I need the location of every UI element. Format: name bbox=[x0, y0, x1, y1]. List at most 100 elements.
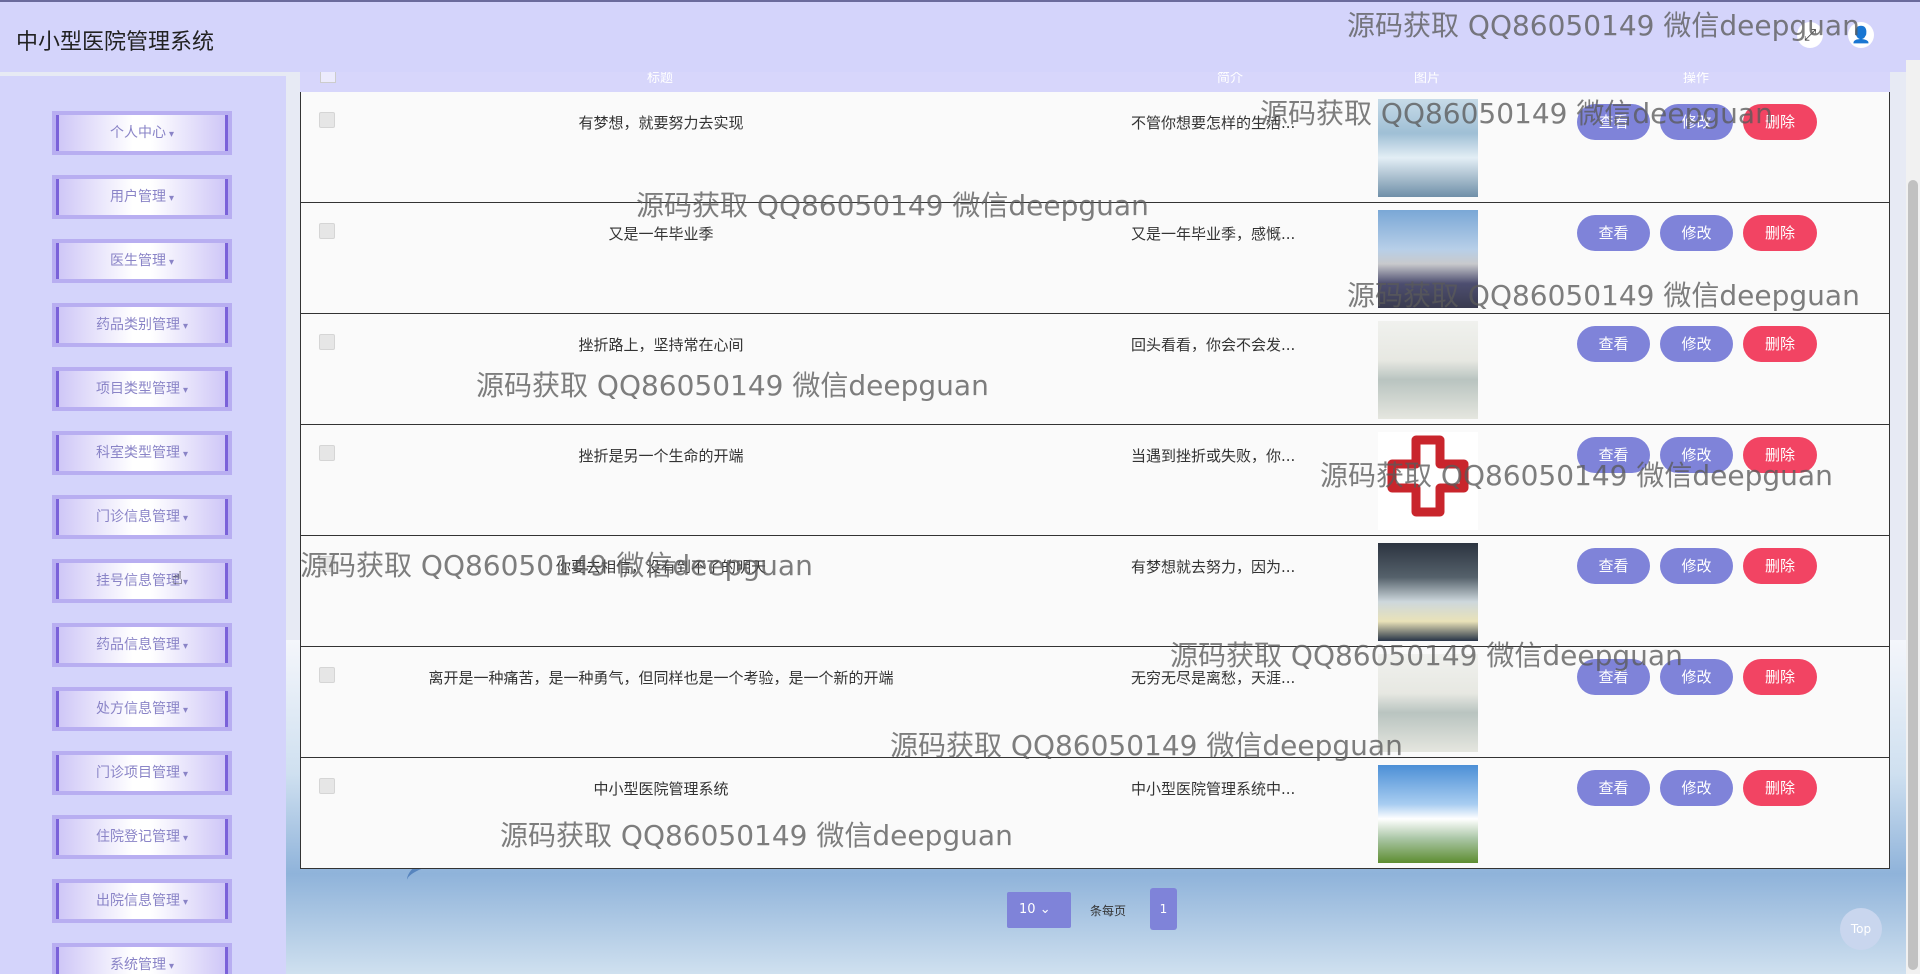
edit-button[interactable]: 修改 bbox=[1660, 104, 1733, 140]
sidebar-item-admission[interactable]: 住院登记管理 ▾ bbox=[52, 815, 232, 859]
edit-button[interactable]: 修改 bbox=[1660, 215, 1733, 251]
table-row: 中小型医院管理系统 中小型医院管理系统中... 查看 修改 删除 bbox=[300, 758, 1890, 869]
sidebar-item-discharge[interactable]: 出院信息管理 ▾ bbox=[52, 879, 232, 923]
row-checkbox[interactable] bbox=[319, 778, 335, 794]
table-row: 离开是一种痛苦，是一种勇气，但同样也是一个考验，是一个新的开端 无穷无尽是离愁，… bbox=[300, 647, 1890, 758]
row-checkbox[interactable] bbox=[319, 556, 335, 572]
chevron-down-icon: ▾ bbox=[182, 705, 189, 716]
view-button[interactable]: 查看 bbox=[1577, 437, 1650, 473]
delete-button[interactable]: 删除 bbox=[1743, 659, 1817, 695]
hospital-ward-photo bbox=[1378, 654, 1478, 752]
delete-button[interactable]: 删除 bbox=[1743, 770, 1817, 806]
row-intro: 无穷无尽是离愁，天涯... bbox=[1131, 669, 1296, 687]
sidebar-item-label: 处方信息管理 bbox=[95, 701, 180, 717]
hospital-icu-photo bbox=[1378, 99, 1478, 197]
row-intro: 有梦想就去努力，因为... bbox=[1131, 558, 1296, 576]
sidebar-item-label: 挂号信息管理 bbox=[95, 573, 180, 589]
row-intro: 又是一年毕业季，感慨... bbox=[1131, 225, 1296, 243]
edit-button[interactable]: 修改 bbox=[1660, 548, 1733, 584]
chevron-down-icon: ▾ bbox=[182, 321, 189, 332]
page-size-value: 10 bbox=[1019, 902, 1036, 917]
data-table: 标题 简介 图片 操作 有梦想，就要努力去实现 不管你想要怎样的生活... 查看… bbox=[300, 62, 1890, 870]
row-title: 你要去相信，没有到不了的明天 bbox=[555, 558, 766, 576]
red-cross-logo bbox=[1378, 432, 1478, 530]
view-button[interactable]: 查看 bbox=[1577, 326, 1650, 362]
edit-button[interactable]: 修改 bbox=[1660, 437, 1733, 473]
chevron-down-icon: ▾ bbox=[182, 833, 189, 844]
sidebar-item-outpatient-info[interactable]: 门诊信息管理 ▾ bbox=[52, 495, 232, 539]
sidebar-item-personal-center[interactable]: 个人中心 ▾ bbox=[52, 111, 232, 155]
sidebar-item-prescription-info[interactable]: 处方信息管理 ▾ bbox=[52, 687, 232, 731]
sidebar-item-label: 项目类型管理 bbox=[95, 381, 180, 397]
edit-button[interactable]: 修改 bbox=[1660, 326, 1733, 362]
sidebar-item-label: 个人中心 bbox=[109, 125, 166, 141]
delete-button[interactable]: 删除 bbox=[1743, 548, 1817, 584]
row-intro: 回头看看，你会不会发... bbox=[1131, 336, 1296, 354]
chevron-down-icon: ▾ bbox=[182, 641, 189, 652]
row-checkbox[interactable] bbox=[319, 112, 335, 128]
scrollbar-thumb[interactable] bbox=[1908, 180, 1918, 970]
delete-button[interactable]: 删除 bbox=[1743, 437, 1817, 473]
sidebar-item-label: 医生管理 bbox=[109, 253, 166, 269]
row-intro: 当遇到挫折或失败，你... bbox=[1131, 447, 1296, 465]
sidebar-item-label: 住院登记管理 bbox=[95, 829, 180, 845]
page-button-current[interactable]: 1 bbox=[1150, 888, 1177, 930]
row-title: 离开是一种痛苦，是一种勇气，但同样也是一个考验，是一个新的开端 bbox=[428, 669, 894, 687]
chevron-down-icon: ▾ bbox=[182, 897, 189, 908]
chevron-down-icon: ⌄ bbox=[1039, 902, 1051, 917]
delete-button[interactable]: 删除 bbox=[1743, 215, 1817, 251]
edit-button[interactable]: 修改 bbox=[1660, 770, 1733, 806]
sidebar-item-registration-info[interactable]: 挂号信息管理 ▾ bbox=[52, 559, 232, 603]
row-title: 中小型医院管理系统 bbox=[593, 780, 729, 798]
sidebar-item-label: 门诊信息管理 bbox=[95, 509, 180, 525]
scrollbar[interactable] bbox=[1906, 60, 1920, 974]
sidebar-item-user-management[interactable]: 用户管理 ▾ bbox=[52, 175, 232, 219]
row-title: 挫折路上，坚持常在心间 bbox=[578, 336, 744, 354]
red-cross-icon bbox=[1387, 435, 1469, 517]
table-row: 挫折是另一个生命的开端 当遇到挫折或失败，你... 查看 修改 删除 bbox=[300, 425, 1890, 536]
page-size-label: 条每页 bbox=[1090, 904, 1127, 918]
chevron-down-icon: ▾ bbox=[182, 385, 189, 396]
sidebar-item-label: 出院信息管理 bbox=[95, 893, 180, 909]
sidebar-item-doctor-management[interactable]: 医生管理 ▾ bbox=[52, 239, 232, 283]
chevron-down-icon: ▾ bbox=[168, 961, 175, 972]
sidebar-item-project-type[interactable]: 项目类型管理 ▾ bbox=[52, 367, 232, 411]
fullscreen-icon[interactable]: ⤢ bbox=[1797, 22, 1823, 48]
edit-button[interactable]: 修改 bbox=[1660, 659, 1733, 695]
chevron-down-icon: ▾ bbox=[182, 769, 189, 780]
user-icon[interactable]: 👤 bbox=[1848, 22, 1874, 48]
sidebar-item-department-type[interactable]: 科室类型管理 ▾ bbox=[52, 431, 232, 475]
back-to-top-button[interactable]: Top bbox=[1840, 908, 1882, 950]
hospital-ward-photo bbox=[1378, 321, 1478, 419]
view-button[interactable]: 查看 bbox=[1577, 215, 1650, 251]
table-row: 挫折路上，坚持常在心间 回头看看，你会不会发... 查看 修改 删除 bbox=[300, 314, 1890, 425]
chevron-down-icon: ▾ bbox=[182, 449, 189, 460]
sidebar-item-label: 用户管理 bbox=[109, 189, 166, 205]
row-checkbox[interactable] bbox=[319, 223, 335, 239]
row-checkbox[interactable] bbox=[319, 445, 335, 461]
row-title: 挫折是另一个生命的开端 bbox=[578, 447, 744, 465]
delete-button[interactable]: 删除 bbox=[1743, 104, 1817, 140]
view-button[interactable]: 查看 bbox=[1577, 770, 1650, 806]
sidebar-item-system[interactable]: 系统管理 ▾ bbox=[52, 943, 232, 974]
row-intro: 中小型医院管理系统中... bbox=[1131, 780, 1296, 798]
delete-button[interactable]: 删除 bbox=[1743, 326, 1817, 362]
top-header: 中小型医院管理系统 ⤢ 👤 bbox=[0, 0, 1920, 72]
sidebar-item-label: 门诊项目管理 bbox=[95, 765, 180, 781]
page-size-select[interactable]: 10 ⌄ bbox=[1007, 892, 1071, 928]
mouse-cursor-icon: ☝ bbox=[172, 568, 183, 589]
sidebar-item-drug-info[interactable]: 药品信息管理 ▾ bbox=[52, 623, 232, 667]
row-checkbox[interactable] bbox=[319, 667, 335, 683]
row-checkbox[interactable] bbox=[319, 334, 335, 350]
row-title: 又是一年毕业季 bbox=[608, 225, 714, 243]
view-button[interactable]: 查看 bbox=[1577, 104, 1650, 140]
sidebar-item-outpatient-project[interactable]: 门诊项目管理 ▾ bbox=[52, 751, 232, 795]
hospital-building-photo bbox=[1378, 210, 1478, 308]
table-row: 又是一年毕业季 又是一年毕业季，感慨... 查看 修改 删除 bbox=[300, 203, 1890, 314]
view-button[interactable]: 查看 bbox=[1577, 548, 1650, 584]
app-title: 中小型医院管理系统 bbox=[16, 30, 215, 55]
chevron-down-icon: ▾ bbox=[168, 193, 175, 204]
view-button[interactable]: 查看 bbox=[1577, 659, 1650, 695]
sidebar-item-label: 科室类型管理 bbox=[95, 445, 180, 461]
sidebar-item-drug-category[interactable]: 药品类别管理 ▾ bbox=[52, 303, 232, 347]
